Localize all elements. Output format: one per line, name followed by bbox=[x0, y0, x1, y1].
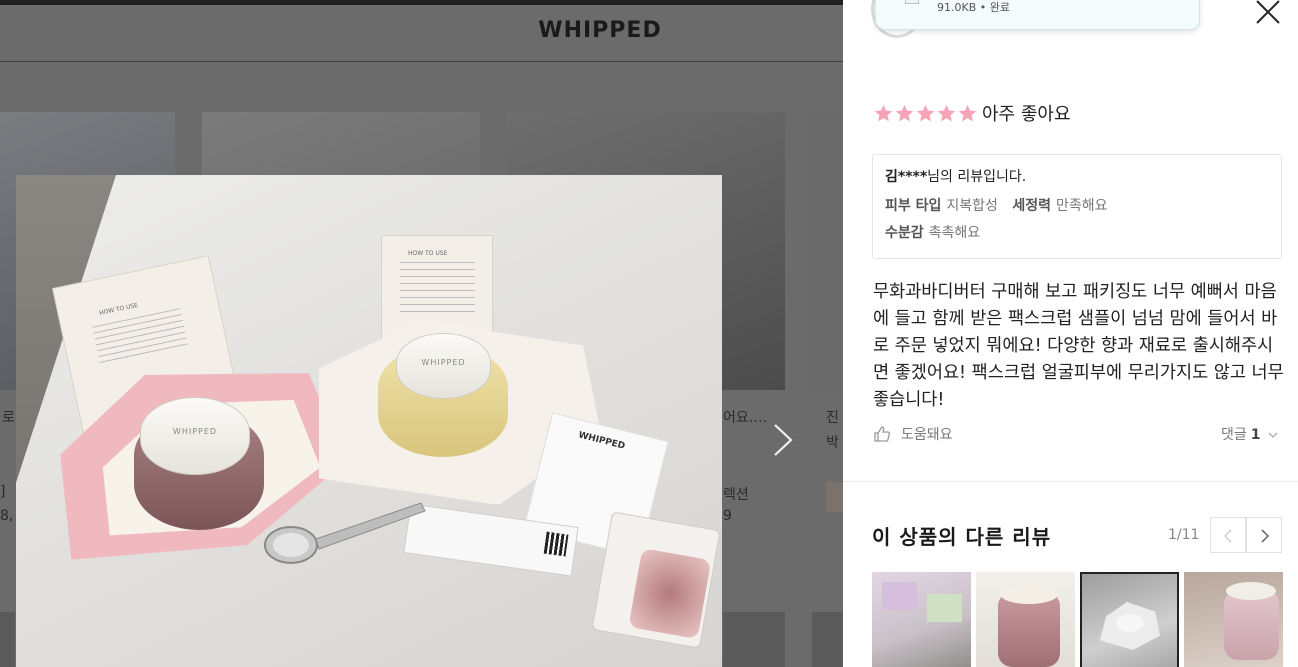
rating: 아주 좋아요 bbox=[873, 100, 1071, 126]
top-bar bbox=[0, 0, 843, 5]
product-text: 진 bbox=[826, 410, 839, 426]
star-icon bbox=[874, 104, 893, 121]
rating-text: 아주 좋아요 bbox=[982, 104, 1071, 125]
pager-count: 1/11 bbox=[1168, 527, 1200, 543]
attr-line: 수분감 촉촉해요 bbox=[885, 222, 1269, 242]
helpful-button[interactable]: 도움돼요 bbox=[873, 424, 953, 444]
thumb-box bbox=[882, 582, 917, 610]
product-text: 로 bbox=[2, 410, 15, 426]
review-thumbnail[interactable] bbox=[872, 572, 971, 667]
thumb-lid bbox=[1000, 584, 1058, 604]
star-icon bbox=[937, 104, 956, 121]
comments-count: 1 bbox=[1250, 427, 1261, 443]
star-rating bbox=[873, 103, 978, 124]
product-text: 박 bbox=[826, 435, 839, 451]
section-divider bbox=[843, 481, 1298, 482]
thumbs-up-icon bbox=[874, 426, 891, 442]
comments-label: 댓글 bbox=[1221, 427, 1247, 443]
sachet-window bbox=[628, 548, 712, 640]
chevron-down-icon bbox=[1268, 432, 1278, 438]
next-photo-arrow-icon[interactable] bbox=[770, 422, 796, 458]
jar-lid: WHIPPED bbox=[140, 397, 250, 475]
jar-label: WHIPPED bbox=[172, 426, 218, 436]
thumb-jar bbox=[1224, 590, 1279, 660]
product-text: 8, bbox=[0, 508, 14, 524]
jar-label: WHIPPED bbox=[421, 358, 466, 368]
product-thumbnail bbox=[826, 482, 843, 512]
upload-meta: 91.0KB • 완료 bbox=[937, 1, 1010, 14]
review-photo: HOW TO USE WHIPPED HOW TO USE WHIPPED WH… bbox=[16, 175, 722, 667]
product-card-image bbox=[723, 612, 785, 667]
reviewer-line: 김****님의 리뷰입니다. bbox=[885, 166, 1269, 186]
star-icon bbox=[958, 104, 977, 121]
attr-value: 만족해요 bbox=[1056, 198, 1108, 214]
box-text bbox=[92, 308, 189, 366]
product-card-image bbox=[812, 612, 843, 667]
attr-value: 지복합성 bbox=[946, 198, 998, 214]
other-reviews-title: 이 상품의 다른 리뷰 bbox=[872, 525, 1052, 549]
box-title: HOW TO USE bbox=[408, 250, 448, 257]
review-thumbnail[interactable] bbox=[976, 572, 1075, 667]
file-icon bbox=[905, 0, 919, 4]
product-text: 9 bbox=[723, 508, 732, 524]
card-label: WHIPPED bbox=[577, 430, 626, 452]
chevron-left-icon bbox=[1224, 529, 1232, 543]
reviewer-suffix: 님의 리뷰입니다. bbox=[927, 169, 1027, 185]
product-text: 어요.… bbox=[723, 410, 768, 426]
reviewer-name: 김**** bbox=[885, 169, 928, 185]
star-icon bbox=[895, 104, 914, 121]
scoop-spoon bbox=[264, 502, 426, 564]
product-card-image[interactable] bbox=[812, 112, 843, 390]
chevron-right-icon bbox=[1261, 529, 1269, 543]
sample-sachet bbox=[591, 511, 721, 649]
prev-page-button[interactable] bbox=[1210, 517, 1246, 553]
attr-key: 수분감 bbox=[885, 225, 924, 241]
box-title: HOW TO USE bbox=[98, 301, 139, 317]
product-text: 렉션 bbox=[723, 487, 749, 503]
star-icon bbox=[916, 104, 935, 121]
attr-key: 세정력 bbox=[1012, 198, 1052, 214]
review-text: 무화과바디버터 구매해 보고 패키징도 너무 예뻐서 마음에 들고 함께 받은 … bbox=[873, 282, 1284, 410]
thumb-box bbox=[927, 594, 962, 622]
attr-key: 피부 타입 bbox=[885, 198, 942, 214]
box-text bbox=[400, 262, 475, 317]
helpful-label: 도움돼요 bbox=[901, 427, 953, 443]
product-card-image bbox=[0, 612, 15, 667]
review-panel: 91.0KB • 완료 아주 좋아요 김****님의 리뷰입니다. 피부 타입 지… bbox=[843, 0, 1298, 667]
product-text: ] bbox=[0, 484, 6, 500]
thumb-lid bbox=[1226, 582, 1276, 600]
brand-logo: WHIPPED bbox=[538, 18, 662, 43]
comments-toggle[interactable]: 댓글 1 bbox=[1221, 424, 1279, 444]
jar-lid: WHIPPED bbox=[396, 333, 491, 399]
review-thumbnail[interactable] bbox=[1184, 572, 1283, 667]
attr-value: 촉촉해요 bbox=[928, 225, 981, 241]
qr-code-icon bbox=[543, 531, 569, 557]
close-icon[interactable] bbox=[1253, 0, 1283, 26]
reviewer-info: 김****님의 리뷰입니다. 피부 타입 지복합성 세정력 만족해요 수분감 촉촉해요 bbox=[872, 154, 1282, 259]
next-page-button[interactable] bbox=[1246, 517, 1282, 553]
thumb-lid bbox=[1116, 614, 1144, 632]
review-thumbnail-selected[interactable] bbox=[1080, 572, 1179, 667]
header-divider bbox=[0, 61, 843, 62]
other-reviews-thumbnails bbox=[872, 572, 1288, 667]
upload-toast bbox=[875, 0, 1200, 30]
attr-line: 피부 타입 지복합성 세정력 만족해요 bbox=[885, 195, 1269, 215]
